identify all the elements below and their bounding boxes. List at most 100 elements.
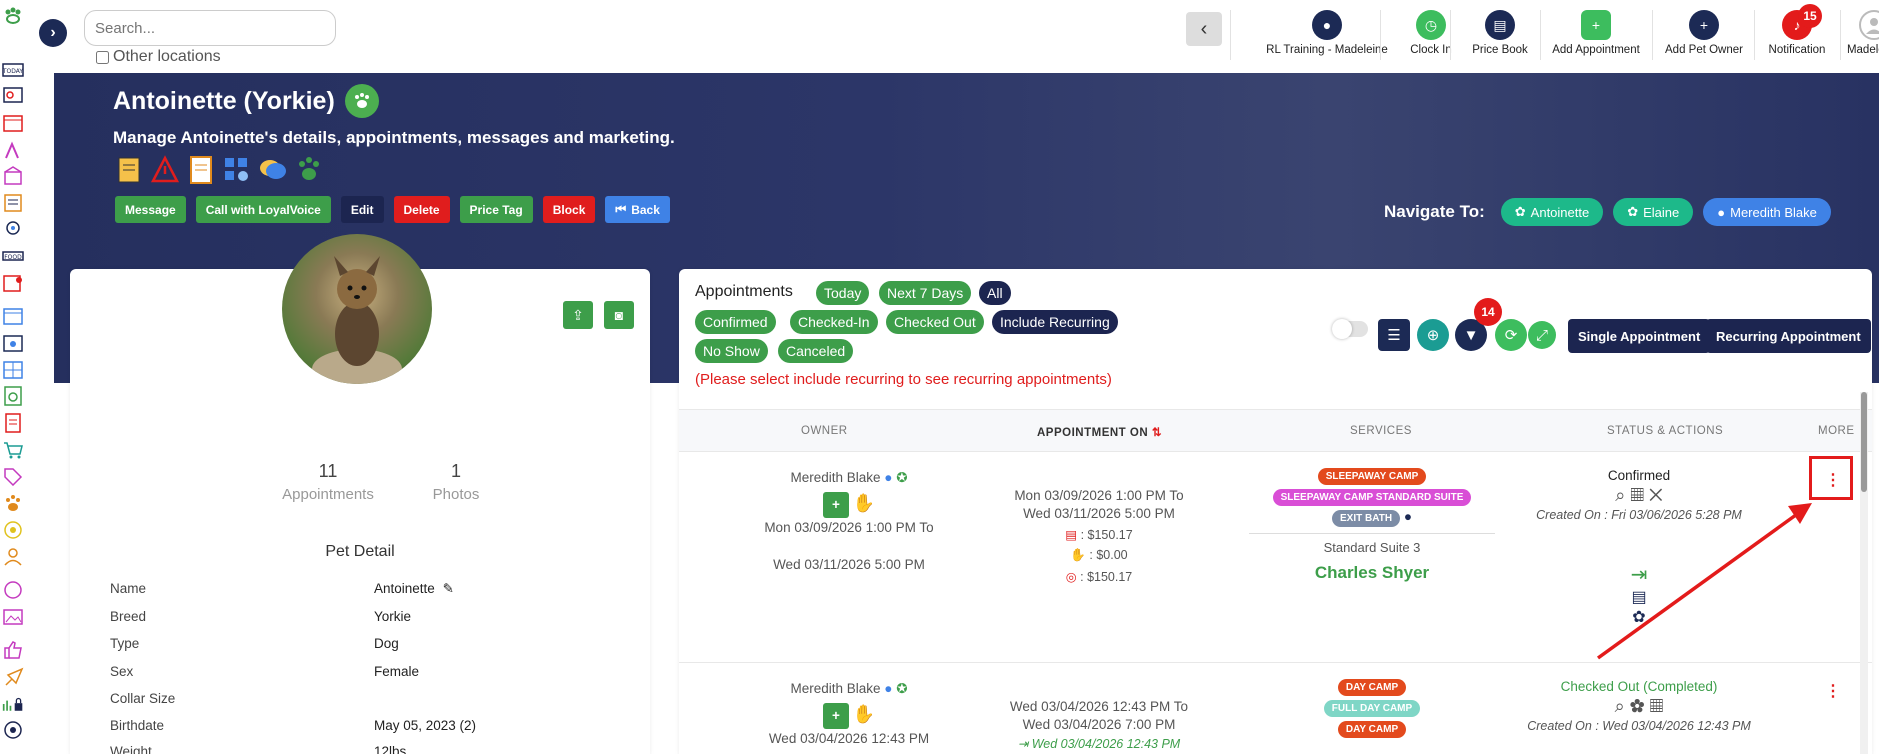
col-services[interactable]: SERVICES bbox=[1350, 425, 1412, 437]
collapse-toolbar-button[interactable]: ‹ bbox=[1186, 12, 1222, 46]
search-document-icon[interactable]: ⌕ bbox=[1615, 485, 1625, 505]
navigate-pet-antoinette[interactable]: ✿ Antoinette bbox=[1500, 198, 1604, 226]
other-locations-checkbox[interactable]: Other locations bbox=[96, 48, 221, 66]
rocket-icon[interactable] bbox=[2, 667, 24, 687]
notification-button[interactable]: ♪ 15 Notification bbox=[1754, 4, 1840, 56]
map-pin-icon[interactable] bbox=[2, 220, 24, 240]
add-appointment-button[interactable]: + Add Appointment bbox=[1538, 10, 1654, 56]
paw-orange-icon[interactable] bbox=[2, 493, 24, 513]
receipt-icon[interactable]: ▤ bbox=[1509, 587, 1769, 607]
search-document-icon[interactable]: ⌕ bbox=[1615, 696, 1625, 716]
add-icon[interactable]: + bbox=[822, 492, 849, 518]
film-icon[interactable]: ▦ bbox=[1630, 485, 1644, 505]
camera-button[interactable]: ◙ bbox=[604, 301, 634, 329]
list-view-button[interactable]: ☰ bbox=[1378, 319, 1410, 351]
user-icon[interactable] bbox=[2, 546, 24, 566]
handshake-icon[interactable]: ✋ bbox=[1070, 548, 1086, 562]
user-menu[interactable]: Madeleine bbox=[1840, 10, 1879, 56]
staff-name[interactable]: Charles Shyer bbox=[1249, 563, 1495, 583]
checklist-icon[interactable] bbox=[2, 193, 24, 213]
dashboard-icon[interactable] bbox=[2, 86, 24, 106]
scrollbar-thumb[interactable] bbox=[1861, 392, 1867, 492]
thumbs-up-icon[interactable] bbox=[2, 640, 24, 660]
navigate-pet-elaine[interactable]: ✿ Elaine bbox=[1613, 198, 1694, 226]
photos-stat[interactable]: 1 Photos bbox=[426, 461, 486, 503]
chat-bubbles-icon[interactable] bbox=[259, 155, 287, 185]
calendar-grid-icon[interactable] bbox=[2, 113, 24, 133]
food-icon[interactable]: FOOD bbox=[2, 246, 24, 266]
fullscreen-button[interactable]: ⤢ bbox=[1528, 321, 1556, 349]
filter-include-recurring[interactable]: Include Recurring bbox=[992, 310, 1118, 334]
warning-icon[interactable] bbox=[150, 155, 180, 185]
col-status-actions[interactable]: STATUS & ACTIONS bbox=[1607, 425, 1723, 437]
refresh-button[interactable]: ⟳ bbox=[1495, 319, 1527, 351]
certificate-icon[interactable] bbox=[187, 155, 215, 185]
pencil-icon[interactable]: ✎ bbox=[443, 581, 454, 596]
filter-canceled[interactable]: Canceled bbox=[778, 339, 854, 363]
expand-sidebar-button[interactable]: › bbox=[39, 19, 67, 47]
call-loyalvoice-button[interactable]: Call with LoyalVoice bbox=[195, 196, 331, 223]
filter-checked-out[interactable]: Checked Out bbox=[886, 310, 984, 334]
tag-icon[interactable] bbox=[2, 466, 24, 487]
cart-icon[interactable] bbox=[2, 440, 24, 460]
sort-icon[interactable]: ⇅ bbox=[1152, 427, 1162, 439]
back-button[interactable]: ⏮ Back bbox=[605, 196, 670, 223]
grid-icon[interactable] bbox=[2, 360, 24, 380]
film-icon[interactable]: ▦ bbox=[1650, 696, 1664, 716]
paw-logo-icon[interactable] bbox=[2, 6, 24, 26]
pet-paw-icon[interactable] bbox=[295, 155, 323, 185]
price-book-button[interactable]: ▤ Price Book bbox=[1453, 10, 1547, 56]
appointments-stat[interactable]: 11 Appointments bbox=[268, 461, 388, 503]
paw-check-icon[interactable]: ✿ bbox=[1509, 607, 1769, 627]
filter-today[interactable]: Today bbox=[816, 281, 870, 305]
single-appointment-button[interactable]: Single Appointment bbox=[1568, 319, 1711, 353]
pets-group-icon[interactable] bbox=[344, 84, 379, 118]
view-toggle[interactable] bbox=[1332, 319, 1368, 339]
calendar-blue-icon[interactable] bbox=[2, 306, 24, 326]
badge-icon[interactable] bbox=[2, 520, 24, 540]
price-tag-button[interactable]: Price Tag bbox=[459, 196, 533, 223]
col-more[interactable]: MORE bbox=[1818, 425, 1855, 437]
grooming-icon[interactable] bbox=[2, 140, 24, 160]
navigate-owner-meredith[interactable]: ● Meredith Blake bbox=[1703, 198, 1831, 226]
qr-code-icon[interactable] bbox=[223, 155, 251, 185]
other-locations-check[interactable] bbox=[96, 50, 109, 64]
chat-icon[interactable] bbox=[2, 580, 24, 600]
add-pet-owner-button[interactable]: + Add Pet Owner bbox=[1654, 10, 1754, 56]
washing-icon[interactable] bbox=[2, 386, 24, 406]
hand-stop-icon[interactable]: ✋ bbox=[853, 704, 875, 724]
more-actions-button[interactable]: ⋮ bbox=[1825, 681, 1841, 701]
block-button[interactable]: Block bbox=[542, 196, 596, 223]
user-settings-icon[interactable]: ● bbox=[1404, 509, 1412, 524]
filter-checked-in[interactable]: Checked-In bbox=[790, 310, 878, 334]
today-icon[interactable]: TODAY bbox=[2, 60, 24, 80]
coins-icon[interactable]: ◎ bbox=[1066, 570, 1077, 584]
image-icon[interactable] bbox=[2, 607, 24, 627]
filter-next-7-days[interactable]: Next 7 Days bbox=[879, 281, 972, 305]
edit-button[interactable]: Edit bbox=[340, 196, 384, 223]
scrollbar[interactable] bbox=[1860, 392, 1868, 754]
hand-stop-icon[interactable]: ✋ bbox=[853, 493, 875, 513]
owner-name[interactable]: Meredith Blake bbox=[790, 681, 880, 696]
check-in-icon[interactable]: ⇥ bbox=[1509, 562, 1769, 587]
chat-bubbles-icon[interactable]: ● bbox=[884, 470, 892, 485]
settings-icon[interactable] bbox=[2, 720, 24, 740]
col-owner[interactable]: OWNER bbox=[801, 425, 848, 437]
chat-bubbles-icon[interactable]: ● bbox=[884, 681, 892, 696]
filter-confirmed[interactable]: Confirmed bbox=[695, 310, 776, 334]
calendar-user-icon[interactable] bbox=[2, 333, 24, 353]
upload-photo-button[interactable]: ⇪ bbox=[563, 301, 593, 329]
recurring-appointment-button[interactable]: Recurring Appointment bbox=[1706, 319, 1871, 353]
report-icon[interactable] bbox=[2, 413, 24, 433]
invoice-icon[interactable]: ▤ bbox=[1065, 528, 1077, 542]
col-appointment-on[interactable]: APPOINTMENT ON ⇅ bbox=[1037, 425, 1162, 439]
paw-circle-icon[interactable]: ✿ bbox=[1630, 696, 1645, 716]
calendar-red-icon[interactable] bbox=[2, 273, 24, 293]
add-icon[interactable]: + bbox=[822, 703, 849, 729]
notes-icon[interactable] bbox=[115, 155, 143, 185]
chart-lock-icon[interactable] bbox=[2, 694, 28, 714]
owner-name[interactable]: Meredith Blake bbox=[790, 470, 880, 485]
cart-button[interactable]: ⊕ bbox=[1417, 319, 1449, 351]
message-button[interactable]: Message bbox=[115, 196, 186, 223]
filter-all[interactable]: All bbox=[979, 281, 1011, 305]
